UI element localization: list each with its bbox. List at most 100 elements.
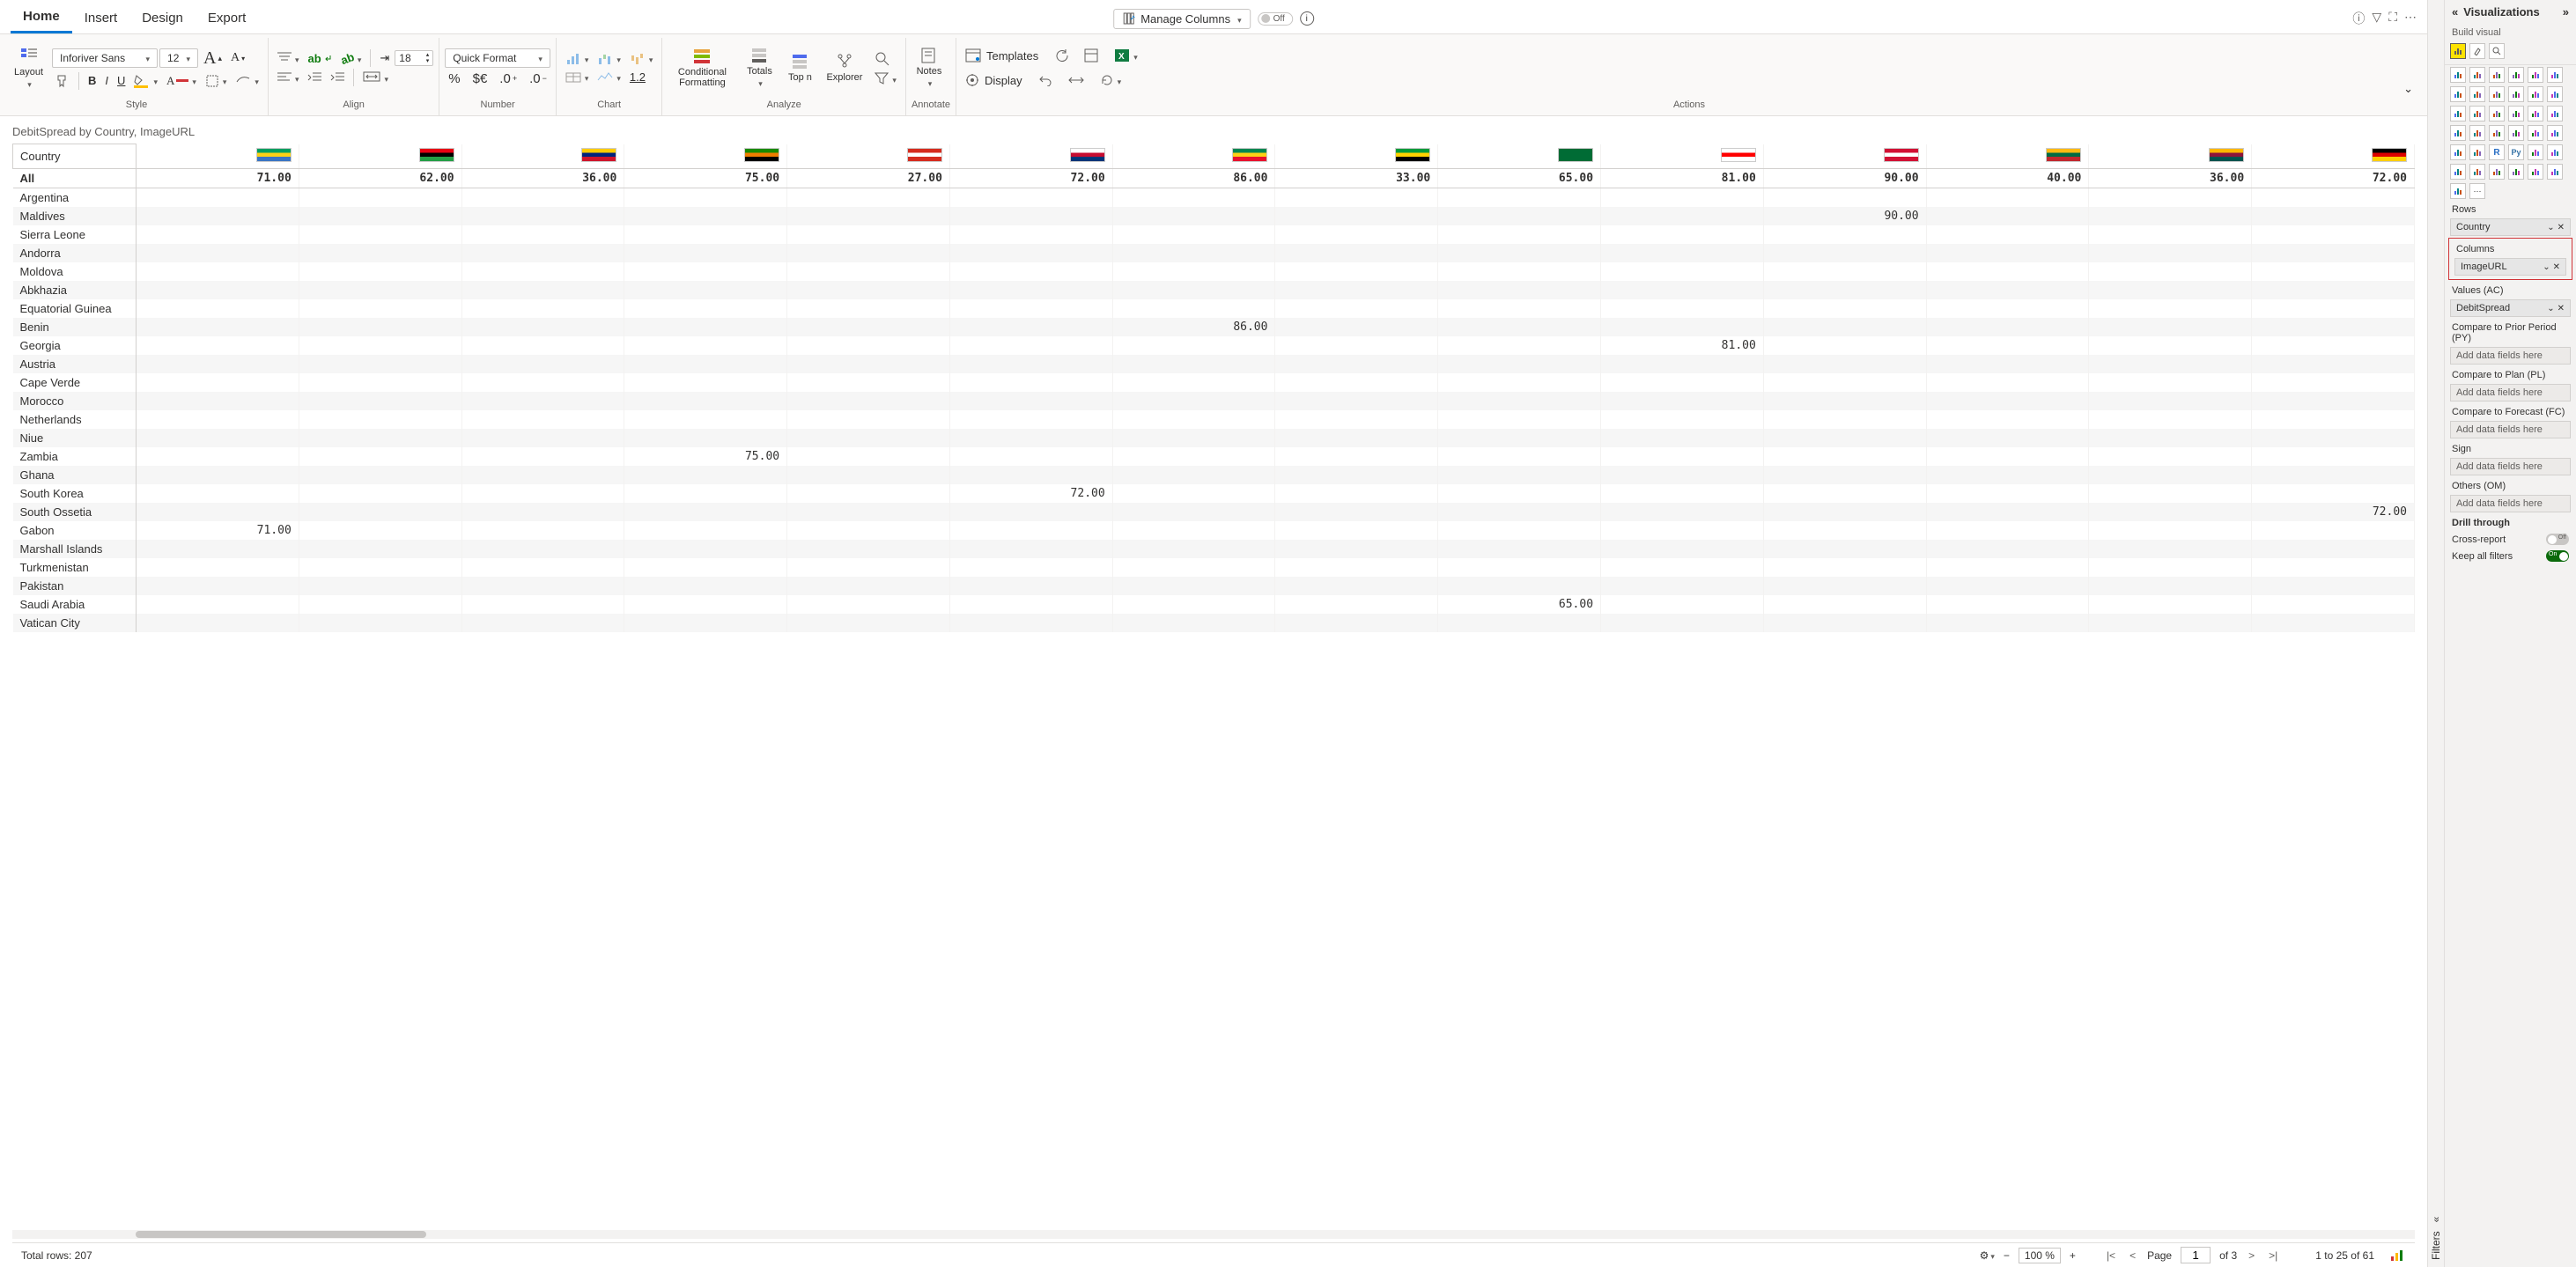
fc-field-well[interactable]: Add data fields here bbox=[2450, 421, 2571, 438]
viz-paginated-icon[interactable] bbox=[2489, 164, 2505, 180]
explorer-button[interactable]: Explorer bbox=[823, 51, 866, 85]
collapse-ribbon-button[interactable]: ⌄ bbox=[2400, 80, 2417, 98]
tab-home[interactable]: Home bbox=[11, 4, 72, 33]
viz-treemap-icon[interactable] bbox=[2528, 106, 2543, 122]
om-field-well[interactable]: Add data fields here bbox=[2450, 495, 2571, 512]
settings-gear-icon[interactable]: ⚙ bbox=[1980, 1249, 1995, 1262]
notes-button[interactable]: Notes bbox=[912, 45, 947, 91]
underline-button[interactable]: U bbox=[114, 72, 129, 89]
totals-button[interactable]: Totals bbox=[742, 45, 777, 91]
border-button[interactable] bbox=[202, 72, 231, 90]
table-row[interactable]: Austria bbox=[13, 355, 2415, 373]
viz-narrative-icon[interactable] bbox=[2469, 164, 2485, 180]
column-header-flag[interactable] bbox=[1112, 144, 1275, 169]
manage-columns-button[interactable]: Manage Columns bbox=[1113, 9, 1251, 29]
table-row[interactable]: South Ossetia72.00 bbox=[13, 503, 2415, 521]
table-row[interactable]: Saudi Arabia65.00 bbox=[13, 595, 2415, 614]
filter-dropdown-button[interactable] bbox=[871, 70, 900, 87]
table-row[interactable]: Marshall Islands bbox=[13, 540, 2415, 558]
bar-chart-button[interactable] bbox=[562, 50, 593, 67]
rules-button[interactable] bbox=[1081, 47, 1102, 64]
viz-scatter-icon[interactable] bbox=[2469, 106, 2485, 122]
currency-button[interactable]: $€ bbox=[469, 70, 491, 88]
pl-field-well[interactable]: Add data fields here bbox=[2450, 384, 2571, 401]
info-icon[interactable]: i bbox=[1300, 11, 1314, 26]
format-visual-tab[interactable] bbox=[2469, 43, 2485, 59]
py-field-well[interactable]: Add data fields here bbox=[2450, 347, 2571, 365]
table-row[interactable]: Cape Verde bbox=[13, 373, 2415, 392]
table-row[interactable]: Argentina bbox=[13, 188, 2415, 208]
remove-field-icon[interactable]: ✕ bbox=[2558, 223, 2565, 232]
table-row[interactable]: Moldova bbox=[13, 262, 2415, 281]
expand-panel-icon[interactable]: » bbox=[2563, 5, 2569, 18]
refresh-button[interactable] bbox=[1096, 71, 1126, 89]
increase-font-button[interactable]: A▴ bbox=[200, 47, 225, 70]
viz-multi-card-icon[interactable] bbox=[2508, 125, 2524, 141]
viz-clustered-bar-icon[interactable] bbox=[2469, 67, 2485, 83]
table-row[interactable]: Vatican City bbox=[13, 614, 2415, 632]
font-size-dropdown[interactable]: 12 bbox=[159, 48, 198, 68]
table-chart-button[interactable] bbox=[562, 69, 593, 85]
first-page-button[interactable]: |< bbox=[2104, 1249, 2118, 1262]
remove-field-icon[interactable]: ✕ bbox=[2553, 262, 2560, 272]
viz-card-icon[interactable] bbox=[2489, 125, 2505, 141]
align-top-button[interactable] bbox=[274, 50, 303, 67]
table-row[interactable]: Niue bbox=[13, 429, 2415, 447]
prev-page-button[interactable]: < bbox=[2127, 1249, 2138, 1262]
viz-slicer-icon[interactable] bbox=[2547, 125, 2563, 141]
templates-button[interactable]: Templates bbox=[962, 47, 1042, 64]
viz-qa-icon[interactable] bbox=[2450, 164, 2466, 180]
variance-button[interactable] bbox=[626, 50, 657, 67]
table-row[interactable]: Maldives90.00 bbox=[13, 207, 2415, 225]
columns-field-well[interactable]: ImageURL⌄✕ bbox=[2454, 258, 2566, 276]
conditional-formatting-button[interactable]: Conditional Formatting bbox=[668, 46, 736, 90]
column-header-flag[interactable] bbox=[1601, 144, 1764, 169]
column-header-flag[interactable] bbox=[949, 144, 1112, 169]
info-small-icon[interactable]: ⓘ bbox=[2352, 10, 2365, 27]
increase-decimal-button[interactable]: .0+ bbox=[496, 70, 520, 88]
data-grid[interactable]: CountryAll71.0062.0036.0075.0027.0072.00… bbox=[12, 144, 2415, 1226]
table-row[interactable]: Netherlands bbox=[13, 410, 2415, 429]
decrease-decimal-button[interactable]: .0− bbox=[526, 70, 550, 88]
align-left-button[interactable] bbox=[274, 70, 303, 86]
column-header-flag[interactable] bbox=[1275, 144, 1438, 169]
indent-size-input[interactable]: 18▴▾ bbox=[395, 50, 433, 66]
percent-button[interactable]: % bbox=[445, 70, 463, 88]
tab-design[interactable]: Design bbox=[129, 5, 196, 33]
fit-width-button[interactable] bbox=[359, 70, 392, 86]
chart-micro-icon[interactable] bbox=[2390, 1249, 2406, 1262]
table-row[interactable]: Zambia75.00 bbox=[13, 447, 2415, 466]
viz-line-icon[interactable] bbox=[2450, 86, 2466, 102]
table-row[interactable]: Pakistan bbox=[13, 577, 2415, 595]
tab-insert[interactable]: Insert bbox=[72, 5, 130, 33]
bold-button[interactable]: B bbox=[85, 72, 100, 89]
keep-filters-toggle[interactable]: On bbox=[2546, 550, 2569, 562]
cross-report-toggle[interactable]: Off bbox=[2546, 534, 2569, 545]
waterfall-button[interactable] bbox=[594, 50, 624, 67]
search-button[interactable] bbox=[871, 49, 900, 69]
column-header-flag[interactable] bbox=[787, 144, 950, 169]
table-row[interactable]: Georgia81.00 bbox=[13, 336, 2415, 355]
filter-icon[interactable]: ▽ bbox=[2372, 10, 2381, 27]
table-row[interactable]: South Korea72.00 bbox=[13, 484, 2415, 503]
viz-powerapps-icon[interactable] bbox=[2528, 164, 2543, 180]
viz-donut-icon[interactable] bbox=[2508, 106, 2524, 122]
page-input[interactable] bbox=[2181, 1247, 2211, 1263]
viz-more-icon[interactable]: ⋯ bbox=[2469, 183, 2485, 199]
collapse-panel-icon[interactable]: « bbox=[2452, 5, 2458, 18]
viz-arcgis-icon[interactable] bbox=[2508, 164, 2524, 180]
table-row[interactable]: Turkmenistan bbox=[13, 558, 2415, 577]
autofit-button[interactable] bbox=[1065, 72, 1088, 88]
sparkline-button[interactable] bbox=[594, 69, 624, 85]
viz-r-visual-icon[interactable]: R bbox=[2489, 144, 2505, 160]
excel-export-button[interactable]: X bbox=[1111, 47, 1141, 64]
orientation-button[interactable]: ab bbox=[337, 50, 365, 67]
format-painter-button[interactable] bbox=[52, 72, 73, 90]
viz-waterfall-icon[interactable] bbox=[2547, 86, 2563, 102]
table-row[interactable]: Ghana bbox=[13, 466, 2415, 484]
undo-button[interactable] bbox=[1035, 72, 1056, 88]
column-header-flag[interactable] bbox=[1438, 144, 1601, 169]
row-all[interactable]: All71.0062.0036.0075.0027.0072.0086.0033… bbox=[13, 169, 2415, 188]
fill-color-button[interactable] bbox=[130, 72, 161, 90]
table-row[interactable]: Benin86.00 bbox=[13, 318, 2415, 336]
